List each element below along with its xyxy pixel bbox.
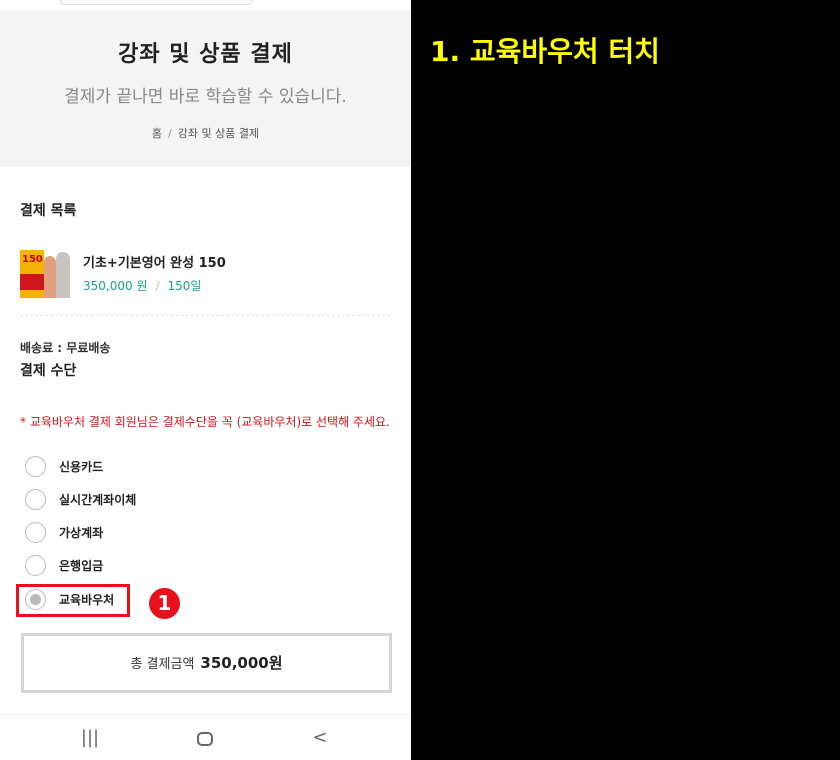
recent-apps-icon[interactable]: |||: [70, 725, 110, 751]
radio-button[interactable]: [25, 555, 46, 576]
thumbnail-badge-number: 150: [22, 254, 43, 265]
payment-option-realtime-transfer[interactable]: 실시간계좌이체: [25, 488, 225, 512]
breadcrumb: 홈 / 강좌 및 상품 결제: [0, 125, 411, 141]
instruction-caption: 1. 교육바우처 터치: [430, 35, 660, 68]
divider: [20, 315, 390, 316]
payment-option-label: 신용카드: [59, 460, 104, 474]
payment-option-label: 은행입금: [59, 559, 104, 573]
payment-option-label: 실시간계좌이체: [59, 493, 137, 507]
radio-button[interactable]: [25, 522, 46, 543]
android-nav-bar: ||| <: [0, 714, 411, 760]
home-icon[interactable]: [197, 732, 213, 746]
breadcrumb-home[interactable]: 홈: [152, 127, 162, 140]
shipping-fee: 배송료 : 무료배송: [20, 341, 111, 355]
page-title: 강좌 및 상품 결제: [118, 42, 293, 67]
total-amount: 350,000원: [200, 654, 283, 672]
product-thumbnail: 150: [20, 250, 70, 298]
payment-option-virtual-account[interactable]: 가상계좌: [25, 521, 225, 545]
top-input-fragment: [60, 0, 252, 5]
payment-option-label: 가상계좌: [59, 526, 104, 540]
payment-option-credit-card[interactable]: 신용카드: [25, 455, 225, 479]
step-marker: 1: [149, 588, 180, 619]
radio-button[interactable]: [25, 456, 46, 477]
total-label: 총 결제금액: [130, 657, 195, 672]
page-subtitle: 결제가 끝나면 바로 학습할 수 있습니다.: [64, 87, 347, 107]
total-amount-box: 총 결제금액 350,000원: [21, 633, 392, 693]
product-meta: 350,000 원 / 150일: [83, 277, 201, 294]
product-name: 기초+기본영어 완성 150: [83, 256, 226, 271]
order-item: 150 기초+기본영어 완성 150 350,000 원 / 150일: [20, 248, 390, 300]
product-price: 350,000 원: [83, 279, 148, 293]
phone-screen: 강좌 및 상품 결제 결제가 끝나면 바로 학습할 수 있습니다. 홈 / 강좌 및…: [0, 0, 411, 760]
breadcrumb-separator: /: [168, 127, 172, 140]
meta-separator: /: [155, 279, 160, 293]
breadcrumb-current: 강좌 및 상품 결제: [177, 127, 260, 140]
voucher-notice: * 교육바우처 결제 회원님은 결제수단을 꼭 (교육바우처)로 선택해 주세요…: [20, 415, 390, 429]
payment-option-bank-deposit[interactable]: 은행입금: [25, 554, 225, 578]
page-header: 강좌 및 상품 결제 결제가 끝나면 바로 학습할 수 있습니다. 홈 / 강좌 및…: [0, 10, 411, 167]
payment-method-title: 결제 수단: [20, 363, 77, 379]
product-duration: 150일: [167, 279, 202, 293]
order-list-title: 결제 목록: [20, 203, 77, 219]
back-icon[interactable]: <: [300, 725, 340, 751]
radio-button[interactable]: [25, 489, 46, 510]
highlight-box: [16, 584, 130, 617]
